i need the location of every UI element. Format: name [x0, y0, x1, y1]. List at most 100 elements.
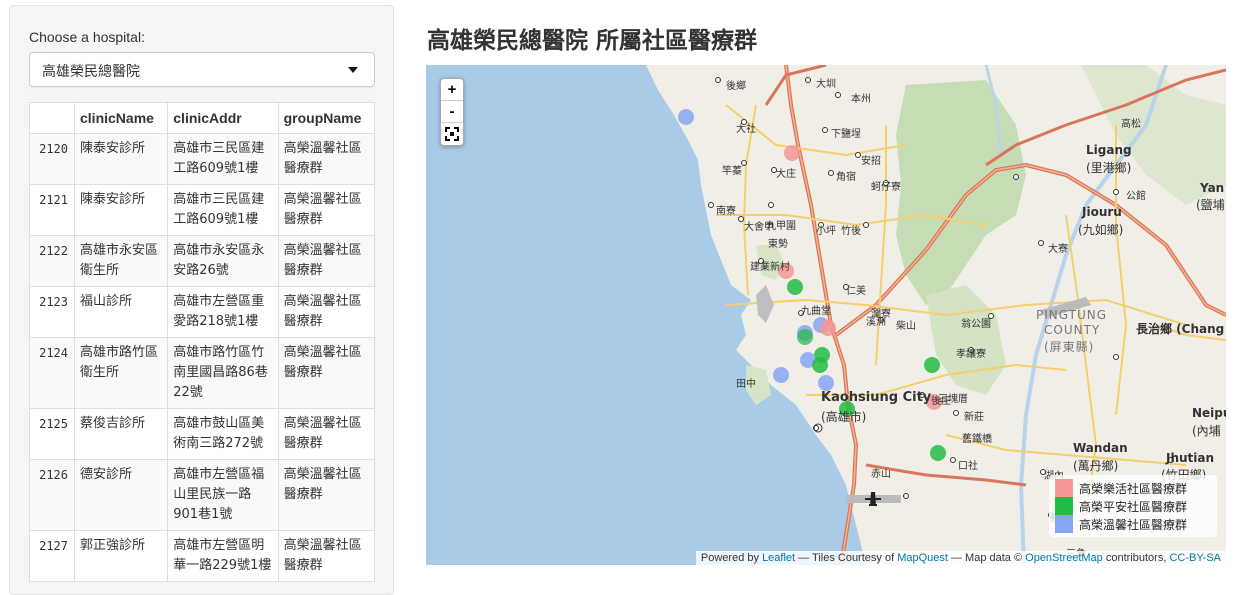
legend-item: 高榮樂活社區醫療群: [1055, 479, 1211, 497]
town-label: 舊鐵橋: [962, 434, 992, 445]
town-label: 翁公園: [961, 319, 991, 330]
zoom-out-button[interactable]: -: [441, 101, 463, 123]
place-label-wandan-zh: (萬丹鄉): [1073, 459, 1119, 473]
hospital-select-label: Choose a hospital:: [29, 29, 145, 45]
town-label: 建業新村: [750, 262, 790, 273]
town-label: 後鄉: [726, 81, 746, 92]
town-label: 高松: [1121, 119, 1141, 130]
column-header-clinicaddr[interactable]: clinicAddr: [167, 102, 279, 134]
clinic-name-cell: 郭正強診所: [73, 530, 169, 582]
column-header-groupname[interactable]: groupName: [277, 102, 376, 134]
map-marker[interactable]: [818, 375, 834, 391]
map-marker[interactable]: [787, 279, 803, 295]
clinic-name-cell: 德安診所: [73, 459, 169, 531]
town-label: 大圳: [816, 79, 836, 90]
map-view[interactable]: 後鄉 大圳 本州 大社 下鹽埕 安招 竿蓁 大庄 角宿 南寮 大舍甲 九甲圍 蚵仔寮 竹後 建業新村 東勢 小坪…: [426, 65, 1226, 565]
group-name-cell: 高榮溫馨社區醫療群: [277, 337, 376, 409]
group-name-cell: 高榮溫馨社區醫療群: [277, 286, 376, 338]
map-marker[interactable]: [773, 367, 789, 383]
clinic-name-cell: 高雄市永安區衛生所: [73, 235, 169, 287]
license-link[interactable]: CC-BY-SA: [1169, 552, 1221, 564]
group-name-cell: 高榮溫馨社區醫療群: [277, 530, 376, 582]
map-marker[interactable]: [678, 109, 694, 125]
row-number: 2127: [29, 530, 75, 582]
clinic-addr-cell: 高雄市左營區福山里民族一路901巷1號: [167, 459, 279, 531]
town-label: 竹後: [841, 226, 861, 237]
clinic-name-cell: 陳泰安診所: [73, 133, 169, 185]
page-title: 高雄榮民總醫院 所屬社區醫療群: [427, 28, 758, 54]
place-label-yan-zh: (鹽埔: [1196, 198, 1225, 212]
place-label-jiouru-zh: (九如鄉): [1078, 223, 1124, 237]
clinic-addr-cell: 高雄市左營區重愛路218號1樓: [167, 286, 279, 338]
table-row: 2126 德安診所 高雄市左營區福山里民族一路901巷1號 高榮溫馨社區醫療群: [29, 459, 376, 531]
map-marker[interactable]: [797, 329, 813, 345]
town-label: 新莊: [964, 412, 984, 423]
legend-label: 高榮溫馨社區醫療群: [1079, 517, 1188, 532]
table-row: 2123 福山診所 高雄市左營區重愛路218號1樓 高榮溫馨社區醫療群: [29, 286, 376, 338]
map-marker[interactable]: [820, 320, 836, 336]
zoom-in-button[interactable]: +: [441, 79, 463, 101]
legend-label: 高榮平安社區醫療群: [1079, 499, 1188, 514]
group-name-cell: 高榮溫馨社區醫療群: [277, 184, 376, 236]
table-row: 2121 陳泰安診所 高雄市三民區建工路609號1樓 高榮溫馨社區醫療群: [29, 184, 376, 236]
town-label: 孝讓寮: [956, 349, 986, 360]
map-marker[interactable]: [930, 445, 946, 461]
town-label: 瀾寮: [871, 309, 891, 320]
row-number: 2120: [29, 133, 75, 185]
map-marker[interactable]: [784, 145, 800, 161]
clinic-addr-cell: 高雄市三民區建工路609號1樓: [167, 184, 279, 236]
table-row: 2125 蔡俊吉診所 高雄市鼓山區美術南三路272號 高榮溫馨社區醫療群: [29, 408, 376, 460]
town-label: 角宿: [836, 172, 856, 183]
town-label: 三塊厝: [938, 394, 968, 405]
osm-link[interactable]: OpenStreetMap: [1025, 552, 1103, 564]
table-row: 2120 陳泰安診所 高雄市三民區建工路609號1樓 高榮溫馨社區醫療群: [29, 133, 376, 185]
town-label: 大寮: [1048, 244, 1068, 255]
clinic-addr-cell: 高雄市永安區永安路26號: [167, 235, 279, 287]
town-label: 大庄: [776, 169, 796, 180]
clinic-table-body: 2120 陳泰安診所 高雄市三民區建工路609號1樓 高榮溫馨社區醫療群 2121 陳泰安…: [29, 133, 376, 582]
place-label-changzhi: 長治鄉 (Chang: [1136, 322, 1225, 336]
place-label-pingtung-3: (屏東縣): [1044, 340, 1095, 354]
clinic-addr-cell: 高雄市路竹區竹南里國昌路86巷22號: [167, 337, 279, 409]
town-label: 柴山: [896, 321, 916, 332]
clinic-name-cell: 蔡俊吉診所: [73, 408, 169, 460]
legend-swatch: [1055, 515, 1073, 533]
column-header-clinicname[interactable]: clinicName: [73, 102, 169, 134]
place-label-ligang-zh: (里港鄉): [1086, 161, 1132, 175]
place-label-kaohsiung: Kaohsiung City: [821, 390, 932, 405]
place-label-jhutian: Jhutian: [1166, 451, 1215, 465]
town-label: 小坪: [816, 226, 836, 237]
leaflet-link[interactable]: Leaflet: [762, 552, 795, 564]
hospital-select[interactable]: 高雄榮民總醫院: [29, 52, 375, 87]
group-name-cell: 高榮溫馨社區醫療群: [277, 408, 376, 460]
clinic-addr-cell: 高雄市三民區建工路609號1樓: [167, 133, 279, 185]
town-label: 安招: [861, 156, 881, 167]
map-marker[interactable]: [924, 357, 940, 373]
town-label: 口社: [958, 461, 978, 472]
table-row: 2122 高雄市永安區衛生所 高雄市永安區永安路26號 高榮溫馨社區醫療群: [29, 235, 376, 287]
legend-item: 高榮溫馨社區醫療群: [1055, 515, 1211, 533]
place-label-ligang: Ligang: [1086, 143, 1132, 157]
place-label-neipu-zh: (內埔: [1192, 424, 1221, 438]
town-label: 竿蓁: [722, 166, 742, 177]
town-label: 下鹽埕: [831, 129, 861, 140]
legend-item: 高榮平安社區醫療群: [1055, 497, 1211, 515]
town-label: 仁美: [846, 286, 866, 297]
sidebar-panel: Choose a hospital: 高雄榮民總醫院 clinicName cl…: [9, 5, 394, 595]
mapquest-link[interactable]: MapQuest: [897, 552, 948, 564]
place-label-yan: Yan: [1200, 181, 1225, 195]
column-header-rownum: [29, 102, 75, 134]
table-row: 2127 郭正強診所 高雄市左營區明華一路229號1樓 高榮溫馨社區醫療群: [29, 530, 376, 582]
map-legend: 高榮樂活社區醫療群 高榮平安社區醫療群 高榮溫馨社區醫療群: [1049, 475, 1217, 537]
clinic-table: clinicName clinicAddr groupName 2120 陳泰安診…: [29, 102, 376, 582]
fullscreen-button[interactable]: [441, 123, 463, 145]
place-label-pingtung-1: PINGTUNG: [1036, 308, 1108, 322]
row-number: 2125: [29, 408, 75, 460]
map-marker[interactable]: [812, 357, 828, 373]
place-label-wandan: Wandan: [1073, 441, 1128, 455]
caret-down-icon: [348, 67, 358, 73]
town-label: 本州: [851, 94, 871, 105]
legend-swatch: [1055, 479, 1073, 497]
fullscreen-icon: [445, 127, 459, 141]
town-label: 田中: [736, 379, 756, 390]
